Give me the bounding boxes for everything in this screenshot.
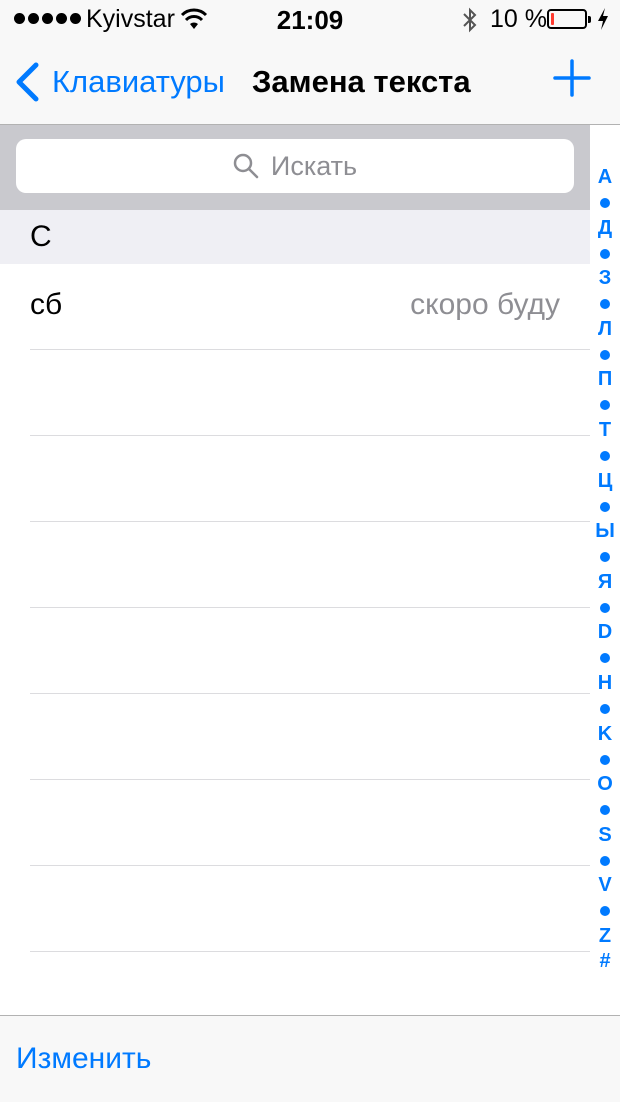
index-letter[interactable]: Ц bbox=[590, 469, 620, 494]
index-dot[interactable] bbox=[590, 544, 620, 569]
index-dot[interactable] bbox=[590, 443, 620, 468]
index-dot[interactable] bbox=[590, 241, 620, 266]
table-row bbox=[30, 866, 590, 952]
charging-bolt-icon bbox=[598, 8, 608, 30]
status-bar: Kyivstar 21:09 10 % bbox=[0, 0, 620, 40]
index-letter[interactable]: Я bbox=[590, 570, 620, 595]
table-row bbox=[30, 780, 590, 866]
index-dot[interactable] bbox=[590, 494, 620, 519]
section-header: С bbox=[0, 210, 590, 264]
index-dot[interactable] bbox=[590, 747, 620, 772]
index-letter[interactable]: # bbox=[590, 949, 620, 974]
index-letter[interactable]: Т bbox=[590, 418, 620, 443]
index-letter[interactable]: V bbox=[590, 873, 620, 898]
battery-icon bbox=[547, 9, 591, 29]
index-letter[interactable]: K bbox=[590, 722, 620, 747]
search-input[interactable]: Искать bbox=[16, 139, 574, 193]
index-dot[interactable] bbox=[590, 595, 620, 620]
table-row bbox=[30, 694, 590, 780]
chevron-left-icon bbox=[16, 62, 39, 102]
index-dot[interactable] bbox=[590, 342, 620, 367]
navigation-bar: Клавиатуры Замена текста bbox=[0, 40, 620, 125]
index-letter[interactable]: D bbox=[590, 620, 620, 645]
index-letter[interactable]: А bbox=[590, 165, 620, 190]
index-letter[interactable]: Ы bbox=[590, 519, 620, 544]
add-icon[interactable] bbox=[552, 58, 592, 98]
back-button-label: Клавиатуры bbox=[52, 64, 225, 99]
battery-percent: 10 % bbox=[490, 5, 547, 33]
index-letter[interactable]: Z bbox=[590, 924, 620, 949]
table-row bbox=[30, 436, 590, 522]
search-placeholder: Искать bbox=[270, 150, 358, 181]
index-dot[interactable] bbox=[590, 291, 620, 316]
table-row bbox=[30, 350, 590, 436]
search-icon bbox=[233, 153, 259, 179]
index-letter[interactable]: З bbox=[590, 266, 620, 291]
index-letter[interactable]: O bbox=[590, 772, 620, 797]
section-index[interactable]: А Д З Л П Т Ц Ы Я D H K O S V Z # bbox=[590, 165, 620, 975]
index-dot[interactable] bbox=[590, 696, 620, 721]
bluetooth-icon bbox=[463, 7, 477, 33]
index-dot[interactable] bbox=[590, 797, 620, 822]
table-row bbox=[30, 608, 590, 694]
back-button[interactable]: Клавиатуры bbox=[14, 62, 225, 102]
index-dot[interactable] bbox=[590, 190, 620, 215]
index-dot[interactable] bbox=[590, 899, 620, 924]
index-letter[interactable]: H bbox=[590, 671, 620, 696]
text-replacement-screen: Kyivstar 21:09 10 % Клавиатуры Замена те… bbox=[0, 0, 620, 1102]
phrase-text: скоро буду bbox=[410, 288, 560, 321]
replacement-list: сб скоро буду bbox=[0, 264, 590, 952]
page-title: Замена текста bbox=[252, 64, 471, 99]
index-dot[interactable] bbox=[590, 646, 620, 671]
index-letter[interactable]: Д bbox=[590, 216, 620, 241]
battery-level-fill bbox=[551, 13, 554, 25]
index-letter[interactable]: S bbox=[590, 823, 620, 848]
index-letter[interactable]: Л bbox=[590, 317, 620, 342]
index-dot[interactable] bbox=[590, 393, 620, 418]
index-dot[interactable] bbox=[590, 848, 620, 873]
shortcut-text: сб bbox=[30, 288, 63, 321]
search-bar: Искать bbox=[0, 125, 590, 210]
table-row[interactable]: сб скоро буду bbox=[30, 264, 590, 350]
table-row bbox=[30, 522, 590, 608]
index-letter[interactable]: П bbox=[590, 367, 620, 392]
bottom-toolbar: Изменить bbox=[0, 1015, 620, 1102]
edit-button[interactable]: Изменить bbox=[16, 1042, 151, 1076]
section-header-letter: С bbox=[30, 220, 52, 253]
